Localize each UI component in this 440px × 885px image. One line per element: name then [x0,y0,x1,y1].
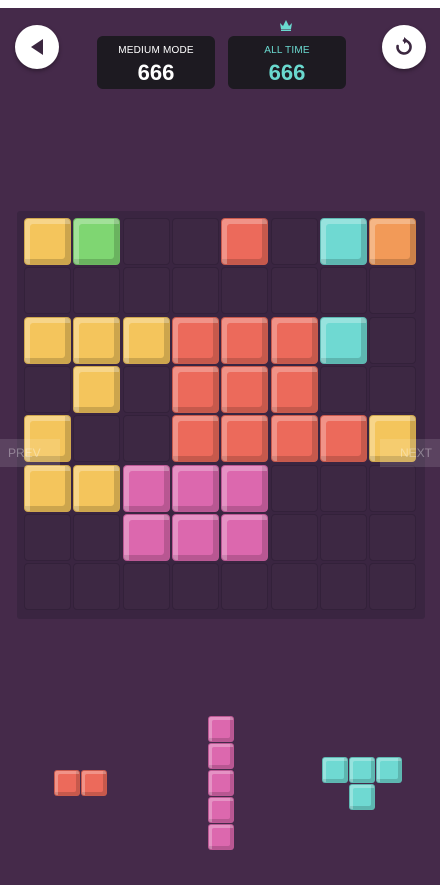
crown-icon [280,20,292,31]
board-cell-empty[interactable] [270,464,318,512]
board-cell-empty[interactable] [270,218,318,265]
board-cell-empty[interactable] [270,267,318,315]
board-cell-empty[interactable] [24,365,71,413]
board-cell-empty[interactable] [171,218,219,265]
board-block-red[interactable] [221,316,269,364]
board-block-yellow[interactable] [24,464,71,512]
board-cell-empty[interactable] [122,218,170,265]
board-block-cyan[interactable] [319,218,367,265]
board-cell-empty[interactable] [73,267,121,315]
current-score-value: 666 [137,60,175,85]
board-block-yellow[interactable] [24,218,71,265]
board-cell-empty[interactable] [369,316,417,364]
board-block-red[interactable] [270,415,318,463]
piece-block-cyan [376,757,402,783]
board-block-red[interactable] [171,365,219,413]
board-cell-empty[interactable] [122,563,170,611]
top-status-strip [0,0,440,8]
board-cell-empty[interactable] [122,415,170,463]
board-cell-empty[interactable] [24,267,71,315]
board-block-red[interactable] [319,415,367,463]
board-block-cyan[interactable] [319,316,367,364]
board-cell-empty[interactable] [369,267,417,315]
best-score-panel: ALL TIME 666 [228,36,346,89]
best-score-value: 666 [268,60,306,85]
best-score-label: ALL TIME [264,45,310,56]
board-cell-empty[interactable] [319,563,367,611]
board-block-yellow[interactable] [73,464,121,512]
board-cell-empty[interactable] [171,267,219,315]
board-cell-empty[interactable] [270,513,318,561]
board-cell-empty[interactable] [369,513,417,561]
board-cell-empty[interactable] [24,513,71,561]
board-block-pink[interactable] [171,513,219,561]
board-cell-empty[interactable] [221,267,269,315]
board-block-red[interactable] [221,365,269,413]
restart-button[interactable] [382,25,426,69]
board-cell-empty[interactable] [73,563,121,611]
prev-button[interactable]: PREV [0,439,60,467]
board-cell-empty[interactable] [122,267,170,315]
board-cell-empty[interactable] [73,513,121,561]
piece-block-pink [208,743,234,769]
piece-block-cyan [349,784,375,810]
board-block-yellow[interactable] [24,316,71,364]
board-block-pink[interactable] [221,513,269,561]
piece-block-red [54,770,80,796]
board-cell-empty[interactable] [122,365,170,413]
board-block-orange[interactable] [369,218,417,265]
piece-block-pink [208,770,234,796]
board-cell-empty[interactable] [319,513,367,561]
board-cell-empty[interactable] [73,415,121,463]
board-block-pink[interactable] [171,464,219,512]
board-cell-empty[interactable] [221,563,269,611]
board-cell-empty[interactable] [319,365,367,413]
board-cell-empty[interactable] [319,464,367,512]
game-board[interactable] [17,211,425,619]
next-button[interactable]: NEXT [380,439,440,467]
board-cell-empty[interactable] [171,563,219,611]
board-block-yellow[interactable] [73,316,121,364]
board-cell-empty[interactable] [270,563,318,611]
current-mode-label: MEDIUM MODE [118,45,194,56]
piece-block-pink [208,716,234,742]
board-cell-empty[interactable] [24,563,71,611]
board-block-red[interactable] [221,415,269,463]
board-cell-empty[interactable] [369,365,417,413]
back-button[interactable] [15,25,59,69]
piece-block-red [81,770,107,796]
board-cell-empty[interactable] [369,563,417,611]
board-block-pink[interactable] [221,464,269,512]
board-block-green[interactable] [73,218,121,265]
board-block-red[interactable] [270,316,318,364]
board-block-red[interactable] [171,415,219,463]
board-block-yellow[interactable] [73,365,121,413]
board-cell-empty[interactable] [369,464,417,512]
piece-block-cyan [349,757,375,783]
board-cell-empty[interactable] [319,267,367,315]
back-triangle-icon [31,39,43,55]
current-score-panel: MEDIUM MODE 666 [97,36,215,89]
board-block-red[interactable] [171,316,219,364]
board-block-yellow[interactable] [122,316,170,364]
piece-block-cyan [322,757,348,783]
board-block-pink[interactable] [122,513,170,561]
board-block-red[interactable] [270,365,318,413]
board-block-pink[interactable] [122,464,170,512]
piece-block-pink [208,797,234,823]
restart-icon [396,37,412,55]
piece-block-pink [208,824,234,850]
board-block-red[interactable] [221,218,269,265]
